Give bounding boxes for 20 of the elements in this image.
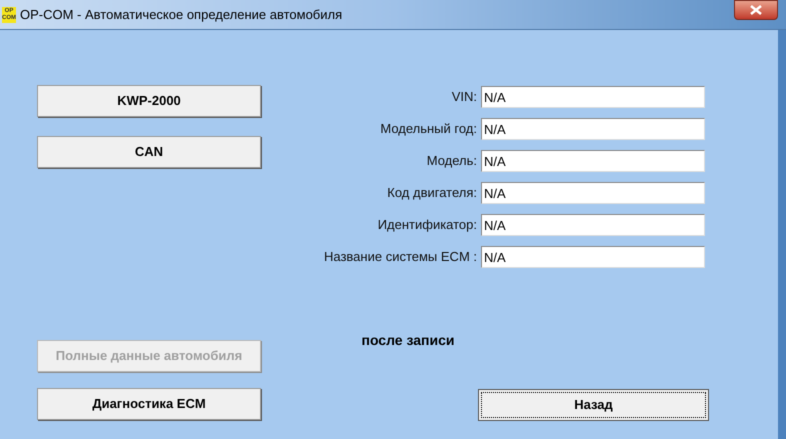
status-text: после записи <box>360 331 456 350</box>
field-label: Модельный год: <box>379 120 478 138</box>
protocol-button[interactable]: CAN <box>37 136 261 168</box>
field-label: Название системы ECM : <box>322 248 478 266</box>
field-label: Идентификатор: <box>376 216 478 234</box>
field-label: Код двигателя: <box>386 184 478 202</box>
input-field[interactable]: N/A <box>481 86 705 108</box>
action-button[interactable]: Диагностика ECM <box>37 388 261 420</box>
window-title: OP-COM - Автоматическое определение автомобиля <box>20 6 342 24</box>
close-button[interactable] <box>734 0 778 20</box>
input-field[interactable]: N/A <box>481 214 705 236</box>
field-label: Модель: <box>426 152 478 170</box>
input-field[interactable]: N/A <box>481 246 705 268</box>
input-field[interactable]: N/A <box>481 150 705 172</box>
close-icon <box>750 5 762 15</box>
protocol-button[interactable]: KWP-2000 <box>37 85 261 117</box>
back-button[interactable]: Назад <box>478 389 709 421</box>
input-field[interactable]: N/A <box>481 118 705 140</box>
field-label: VIN: <box>450 88 478 106</box>
input-field[interactable]: N/A <box>481 182 705 204</box>
